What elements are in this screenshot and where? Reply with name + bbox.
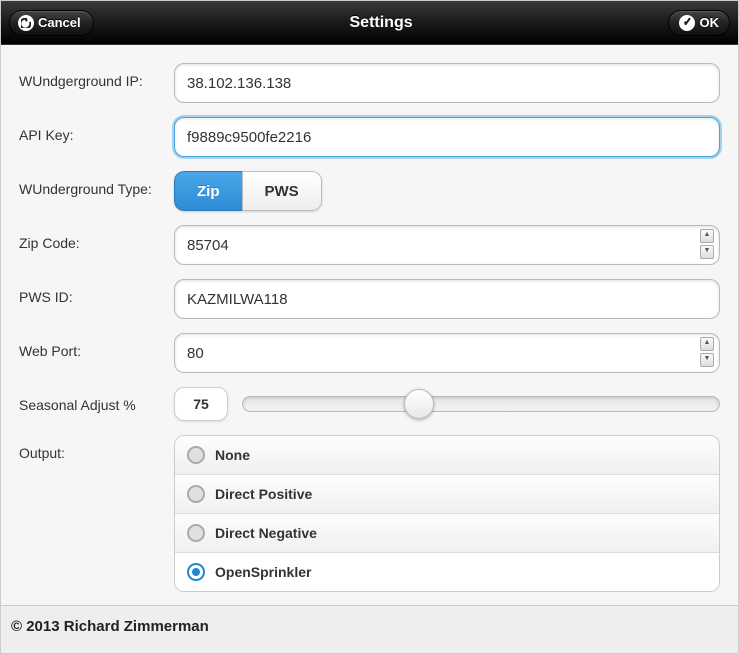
radio-icon (187, 485, 205, 503)
wu-type-label: WUnderground Type: (19, 171, 174, 197)
port-step-up[interactable]: ▲ (700, 337, 714, 351)
pws-input[interactable] (174, 279, 720, 319)
port-label: Web Port: (19, 333, 174, 359)
ok-label: OK (699, 15, 719, 30)
settings-form: WUndgerground IP: API Key: WUnderground … (1, 45, 738, 605)
radio-icon (187, 446, 205, 464)
output-radio-group: None Direct Positive Direct Negative OpenSp… (174, 435, 720, 592)
api-key-input[interactable] (174, 117, 720, 157)
radio-label: Direct Positive (215, 486, 312, 502)
check-icon: ✓ (679, 15, 695, 31)
seasonal-slider[interactable] (242, 396, 720, 412)
ok-button[interactable]: ✓ OK (668, 10, 730, 36)
segment-zip[interactable]: Zip (174, 171, 242, 211)
wu-ip-label: WUndgerground IP: (19, 63, 174, 89)
radio-label: OpenSprinkler (215, 564, 311, 580)
footer-copyright: © 2013 Richard Zimmerman (1, 605, 738, 653)
port-spinner: ▲ ▼ (700, 337, 714, 367)
cancel-button[interactable]: Cancel (9, 10, 94, 36)
radio-label: None (215, 447, 250, 463)
output-option-dpos[interactable]: Direct Positive (175, 475, 719, 514)
output-option-osprink[interactable]: OpenSprinkler (175, 553, 719, 591)
api-key-label: API Key: (19, 117, 174, 143)
port-step-down[interactable]: ▼ (700, 353, 714, 367)
zip-step-down[interactable]: ▼ (700, 245, 714, 259)
cancel-label: Cancel (38, 15, 81, 30)
radio-label: Direct Negative (215, 525, 317, 541)
pws-label: PWS ID: (19, 279, 174, 305)
output-label: Output: (19, 435, 174, 461)
back-icon (18, 15, 34, 31)
page-title: Settings (350, 14, 413, 32)
output-option-dneg[interactable]: Direct Negative (175, 514, 719, 553)
zip-step-up[interactable]: ▲ (700, 229, 714, 243)
segment-pws[interactable]: PWS (242, 171, 322, 211)
zip-spinner: ▲ ▼ (700, 229, 714, 259)
zip-input[interactable] (174, 225, 720, 265)
wu-ip-input[interactable] (174, 63, 720, 103)
seasonal-label: Seasonal Adjust % (19, 387, 174, 413)
header-bar: Cancel Settings ✓ OK (1, 1, 738, 45)
radio-icon (187, 563, 205, 581)
port-input[interactable] (174, 333, 720, 373)
slider-thumb[interactable] (404, 389, 434, 419)
output-option-none[interactable]: None (175, 436, 719, 475)
radio-icon (187, 524, 205, 542)
wu-type-segment: Zip PWS (174, 171, 322, 211)
seasonal-value: 75 (174, 387, 228, 421)
zip-label: Zip Code: (19, 225, 174, 251)
